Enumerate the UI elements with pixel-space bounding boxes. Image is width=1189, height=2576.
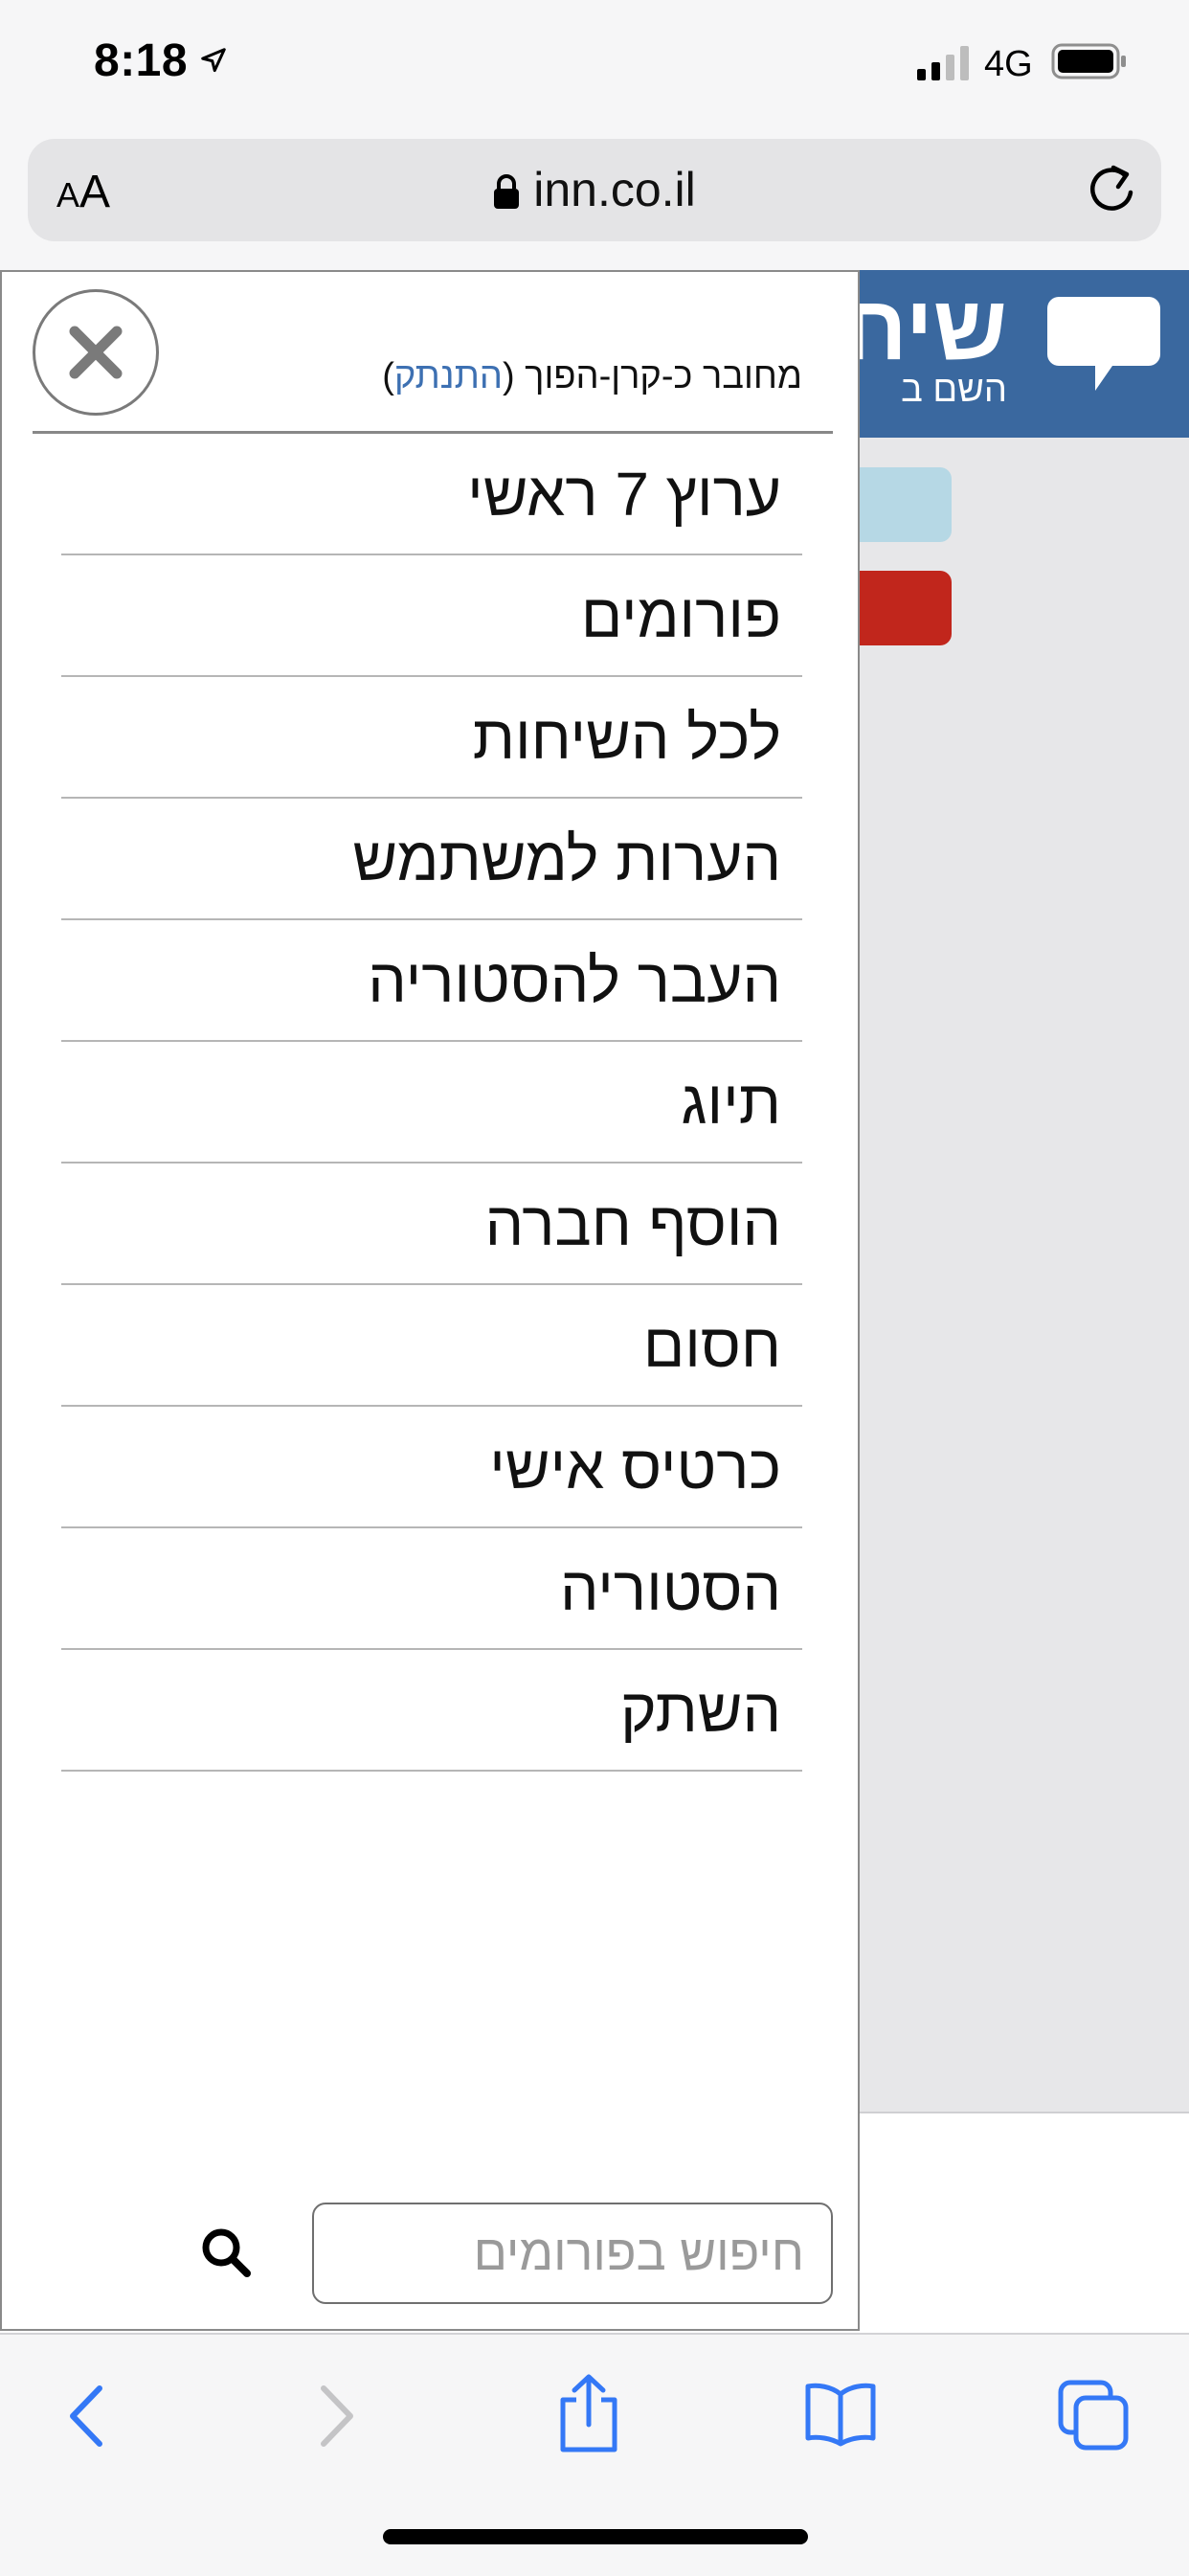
menu-item-history[interactable]: הסטוריה	[61, 1528, 802, 1650]
forward-icon[interactable]	[308, 2383, 362, 2450]
network-type: 4G	[984, 44, 1033, 84]
login-status: מחובר כ-קרן-הפוך (התנתק)	[382, 356, 802, 397]
location-arrow-icon	[201, 48, 226, 73]
bookmarks-icon[interactable]	[804, 2381, 877, 2448]
logout-link[interactable]: התנתק	[394, 356, 503, 396]
menu-item-block[interactable]: חסום	[61, 1285, 802, 1407]
tabs-icon[interactable]	[1057, 2379, 1130, 2452]
menu-item-user-notes[interactable]: הערות למשתמש	[61, 799, 802, 920]
status-bar: 8:18 4G	[0, 0, 1189, 134]
menu-item-arutz7-main[interactable]: ערוץ 7 ראשי	[61, 434, 802, 555]
menu-item-all-conversations[interactable]: לכל השיחות	[61, 677, 802, 799]
home-indicator	[383, 2529, 808, 2544]
close-icon	[69, 326, 123, 379]
menu-item-tag[interactable]: תיוג	[61, 1042, 802, 1164]
close-menu-button[interactable]	[33, 289, 159, 416]
chat-bubble-icon	[1047, 297, 1160, 391]
menu-item-forums[interactable]: פורומים	[61, 555, 802, 677]
page-header-subtitle: השם ב	[901, 370, 1007, 410]
share-icon[interactable]	[555, 2373, 622, 2453]
side-menu: מחובר כ-קרן-הפוך (התנתק) ערוץ 7 ראשי פור…	[0, 270, 860, 2331]
forum-search-input[interactable]	[312, 2203, 833, 2304]
menu-item-profile[interactable]: כרטיס אישי	[61, 1407, 802, 1528]
signal-bars-icon	[917, 46, 969, 80]
menu-item-add-friend[interactable]: הוסף חברה	[61, 1164, 802, 1285]
reload-icon[interactable]	[1085, 160, 1138, 217]
status-time: 8:18	[94, 35, 189, 86]
menu-item-mute[interactable]: השתק	[61, 1650, 802, 1772]
address-bar[interactable]: AA inn.co.il	[28, 139, 1161, 241]
search-icon[interactable]	[199, 2226, 253, 2279]
battery-icon	[1051, 43, 1126, 79]
back-icon[interactable]	[61, 2383, 115, 2450]
menu-list: ערוץ 7 ראשי פורומים לכל השיחות הערות למש…	[61, 434, 802, 1772]
login-status-text: מחובר כ-קרן-הפוך	[525, 356, 802, 396]
lock-icon	[494, 174, 520, 209]
paren-open: (	[502, 356, 515, 396]
menu-item-move-to-history[interactable]: העבר להסטוריה	[61, 920, 802, 1042]
url-text[interactable]: inn.co.il	[533, 163, 696, 216]
page-header-title: שיח	[842, 277, 1007, 379]
paren-close: )	[382, 356, 394, 396]
